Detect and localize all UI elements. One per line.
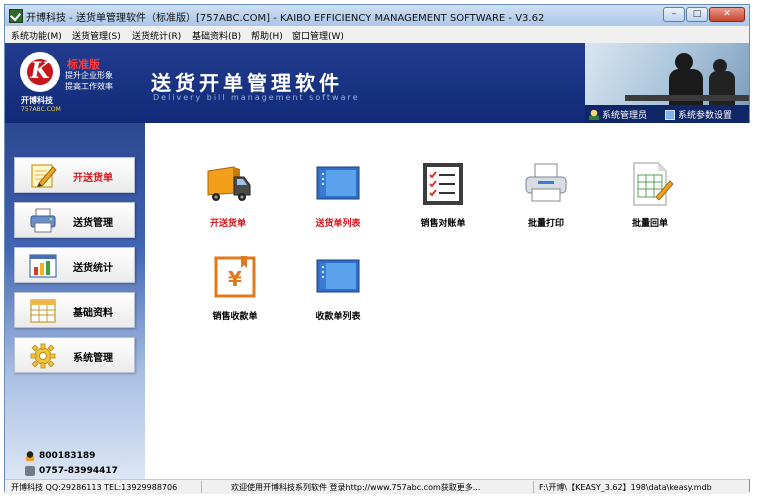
truck-icon	[207, 166, 251, 201]
func-label: 送货单列表	[315, 219, 361, 229]
sidebar-item-label: 送货统计	[73, 263, 113, 274]
func-sales-receipt[interactable]: ¥ 销售收款单	[195, 254, 275, 322]
printer-icon	[525, 163, 567, 202]
slogan-line-1: 提升企业形象	[65, 71, 113, 80]
app-title: 送货开单管理软件	[151, 71, 343, 95]
func-label: 批量回单	[631, 219, 668, 229]
close-button[interactable]: ✕	[709, 7, 745, 22]
title-bar[interactable]: 开博科技 - 送货单管理软件（标准版）[757ABC.COM] - KAIBO …	[5, 5, 749, 27]
status-bar: 开博科技 QQ:29286113 TEL:13929988706 欢迎使用开博科…	[5, 479, 749, 494]
qq-contact: 800183189	[25, 451, 95, 461]
func-label: 批量打印	[527, 219, 564, 229]
sidebar-item-label: 开送货单	[73, 173, 113, 184]
bar-chart-icon	[29, 254, 57, 278]
list-window-icon	[316, 166, 360, 200]
document-pen-icon	[633, 162, 674, 206]
func-label: 销售收款单	[212, 312, 258, 322]
status-welcome: 欢迎使用开博科技系列软件 登录http://www.757abc.com获取更多…	[231, 483, 481, 492]
menu-delivery[interactable]: 送货管理(S)	[72, 29, 121, 42]
header-banner: K 标准版 提升企业形象 提高工作效率 开博科技 757ABC.COM 送货开单…	[5, 43, 749, 123]
slogan-line-2: 提高工作效率	[65, 82, 113, 91]
menu-basic-data[interactable]: 基础资料(B)	[192, 29, 241, 42]
sidebar-item-label: 系统管理	[73, 353, 113, 364]
user-icon	[589, 109, 599, 120]
window-title: 开博科技 - 送货单管理软件（标准版）[757ABC.COM] - KAIBO …	[26, 13, 545, 24]
menu-statistics[interactable]: 送货统计(R)	[132, 29, 181, 42]
minimize-button[interactable]: –	[663, 7, 685, 22]
menu-help[interactable]: 帮助(H)	[251, 29, 283, 42]
menu-system[interactable]: 系统功能(M)	[11, 29, 62, 42]
company-url: 757ABC.COM	[21, 106, 61, 113]
sidebar-item-delivery-stats[interactable]: 送货统计	[14, 247, 135, 283]
status-db-path: F:\开博\【KEASY_3.62】198\data\keasy.mdb	[539, 483, 712, 492]
admin-link[interactable]: 系统管理员	[589, 108, 647, 121]
sidebar: 开送货单 送货管理 送货统计 基础资料 系统管理 800183189 0757-…	[5, 123, 145, 479]
company-logo: K	[20, 52, 60, 92]
func-batch-print[interactable]: 批量打印	[506, 161, 586, 229]
caption-buttons: – □ ✕	[663, 7, 745, 22]
spreadsheet-icon	[30, 299, 56, 323]
printer-icon	[30, 208, 56, 233]
close-icon: ✕	[723, 9, 731, 19]
maximize-icon: □	[692, 9, 702, 19]
status-divider	[201, 481, 202, 493]
func-delivery-list[interactable]: 送货单列表	[298, 161, 378, 229]
phone-contact: 0757-83994417	[25, 466, 118, 476]
sidebar-item-label: 送货管理	[73, 218, 113, 229]
header-links: 系统管理员 系统参数设置	[585, 105, 749, 123]
func-receipt-list[interactable]: 收款单列表	[298, 254, 378, 322]
svg-text:¥: ¥	[228, 267, 242, 291]
checklist-icon	[423, 163, 463, 205]
minimize-icon: –	[671, 9, 677, 19]
menu-bar: 系统功能(M) 送货管理(S) 送货统计(R) 基础资料(B) 帮助(H) 窗口…	[5, 26, 749, 44]
app-icon[interactable]	[9, 9, 23, 23]
yen-receipt-icon: ¥	[214, 256, 256, 298]
monitor-icon	[665, 109, 675, 120]
sidebar-item-new-delivery[interactable]: 开送货单	[14, 157, 135, 193]
func-label: 收款单列表	[315, 312, 361, 322]
func-batch-receipt[interactable]: 批量回单	[610, 161, 690, 229]
list-window-icon	[316, 259, 360, 293]
status-contact: 开博科技 QQ:29286113 TEL:13929988706	[11, 483, 178, 492]
gear-icon	[30, 343, 56, 369]
func-new-delivery[interactable]: 开送货单	[188, 161, 268, 229]
settings-link[interactable]: 系统参数设置	[665, 108, 732, 121]
sidebar-item-label: 基础资料	[73, 308, 113, 319]
qq-icon	[25, 451, 35, 461]
main-content: 开送货单 送货单列表 销售对账单 批量打印 批量回单 ¥ 销售收款单 收款单列表	[145, 123, 751, 479]
func-label: 开送货单	[209, 219, 246, 229]
company-name: 开博科技	[21, 96, 53, 105]
func-sales-statement[interactable]: 销售对账单	[403, 161, 483, 229]
pencil-note-icon	[31, 164, 57, 188]
status-divider	[533, 481, 534, 493]
app-subtitle: Delivery bill management software	[153, 93, 360, 102]
maximize-button[interactable]: □	[686, 7, 708, 22]
sidebar-item-system-management[interactable]: 系统管理	[14, 337, 135, 373]
phone-icon	[25, 466, 35, 476]
menu-window[interactable]: 窗口管理(W)	[292, 29, 344, 42]
sidebar-item-basic-data[interactable]: 基础资料	[14, 292, 135, 328]
func-label: 销售对账单	[420, 219, 466, 229]
banner-photo	[585, 43, 749, 109]
app-window: 开博科技 - 送货单管理软件（标准版）[757ABC.COM] - KAIBO …	[4, 4, 751, 494]
sidebar-item-delivery-management[interactable]: 送货管理	[14, 202, 135, 238]
